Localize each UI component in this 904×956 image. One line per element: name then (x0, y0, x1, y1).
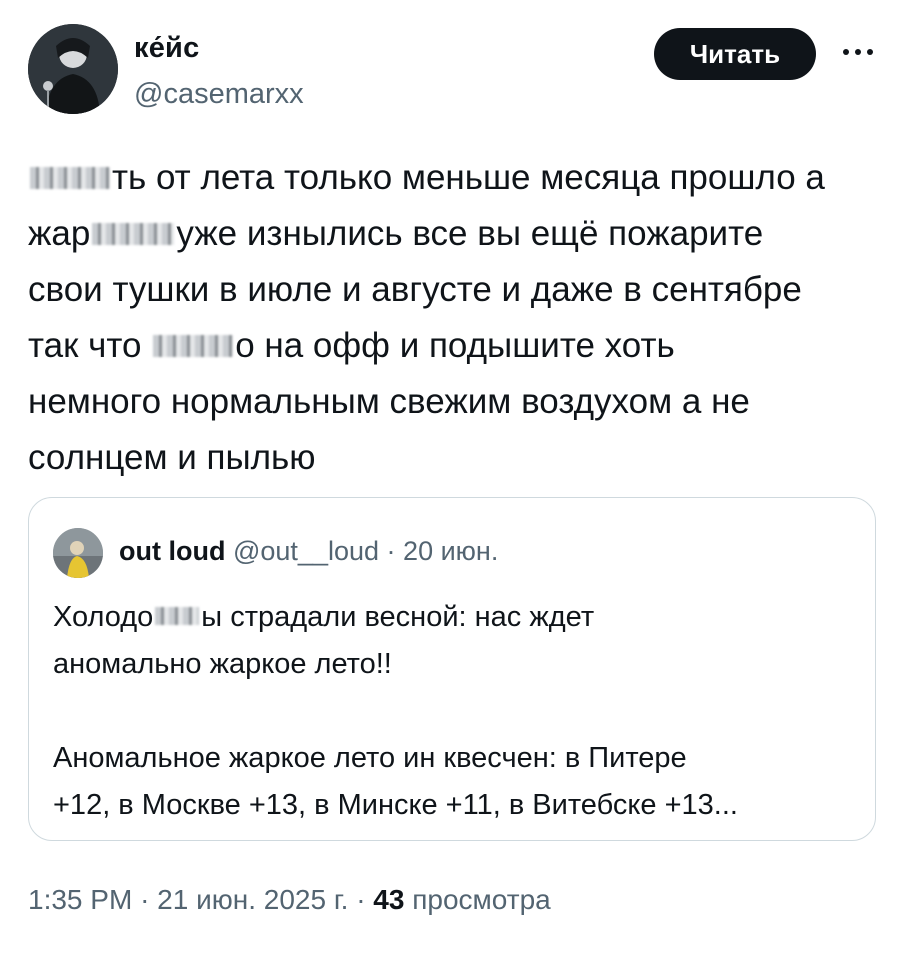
quoted-meta: out loud @out__loud · 20 июн. (119, 536, 498, 567)
tweet-line: свои тушки в июле и августе и даже в сен… (28, 270, 802, 309)
follow-button[interactable]: Читать (654, 28, 816, 80)
quoted-author-handle[interactable]: @out__loud (233, 536, 379, 566)
tweet-line: так что о на офф и подышите хоть (28, 326, 675, 365)
author-display-name[interactable]: ке́йс (134, 32, 199, 65)
censored-text (30, 166, 110, 189)
author-handle[interactable]: @casemarxx (134, 78, 304, 111)
quoted-tweet[interactable]: out loud @out__loud · 20 июн. Холодо ы ст… (28, 497, 876, 841)
tweet-line: солнцем и пылью (28, 438, 316, 477)
separator-dot: · (386, 536, 396, 566)
avatar-image (28, 24, 118, 114)
censored-text (92, 222, 175, 245)
author-avatar[interactable] (28, 24, 118, 114)
quoted-line: +12, в Москве +13, в Минске +11, в Витеб… (53, 789, 738, 821)
views-count: 43 (373, 884, 405, 915)
quoted-line: аномально жаркое лето!! (53, 648, 392, 680)
quoted-date[interactable]: 20 июн. (403, 536, 498, 566)
quoted-line: Холодо ы страдали весной: нас ждет (53, 601, 595, 633)
censored-text (155, 607, 200, 626)
quoted-author-avatar[interactable] (53, 528, 103, 578)
views-label: просмотра (412, 884, 551, 915)
tweet-body: ть от лета только меньше месяца прошло а… (28, 150, 888, 486)
separator-dot: · (140, 884, 150, 915)
quoted-line: Аномальное жаркое лето ин квесчен: в Пит… (53, 742, 687, 774)
quoted-blank-line (53, 688, 853, 735)
tweet-footer: 1:35 PM · 21 июн. 2025 г. · 43 просмотра (28, 884, 551, 916)
separator-dot: · (356, 884, 366, 915)
quoted-body: Холодо ы страдали весной: нас ждет аномал… (53, 594, 853, 829)
censored-text (153, 334, 234, 357)
tweet-date[interactable]: 21 июн. 2025 г. (157, 884, 348, 915)
ellipsis-icon[interactable] (838, 32, 878, 72)
avatar-image (53, 528, 103, 578)
tweet-time[interactable]: 1:35 PM (28, 884, 132, 915)
tweet-header: ке́йс @casemarxx Читать (0, 0, 904, 130)
tweet-line: немного нормальным свежим воздухом а не (28, 382, 750, 421)
quoted-author-name[interactable]: out loud (119, 536, 225, 566)
tweet-line: жар уже изнылись все вы ещё пожарите (28, 214, 764, 253)
tweet-line: ть от лета только меньше месяца прошло а (28, 150, 888, 206)
